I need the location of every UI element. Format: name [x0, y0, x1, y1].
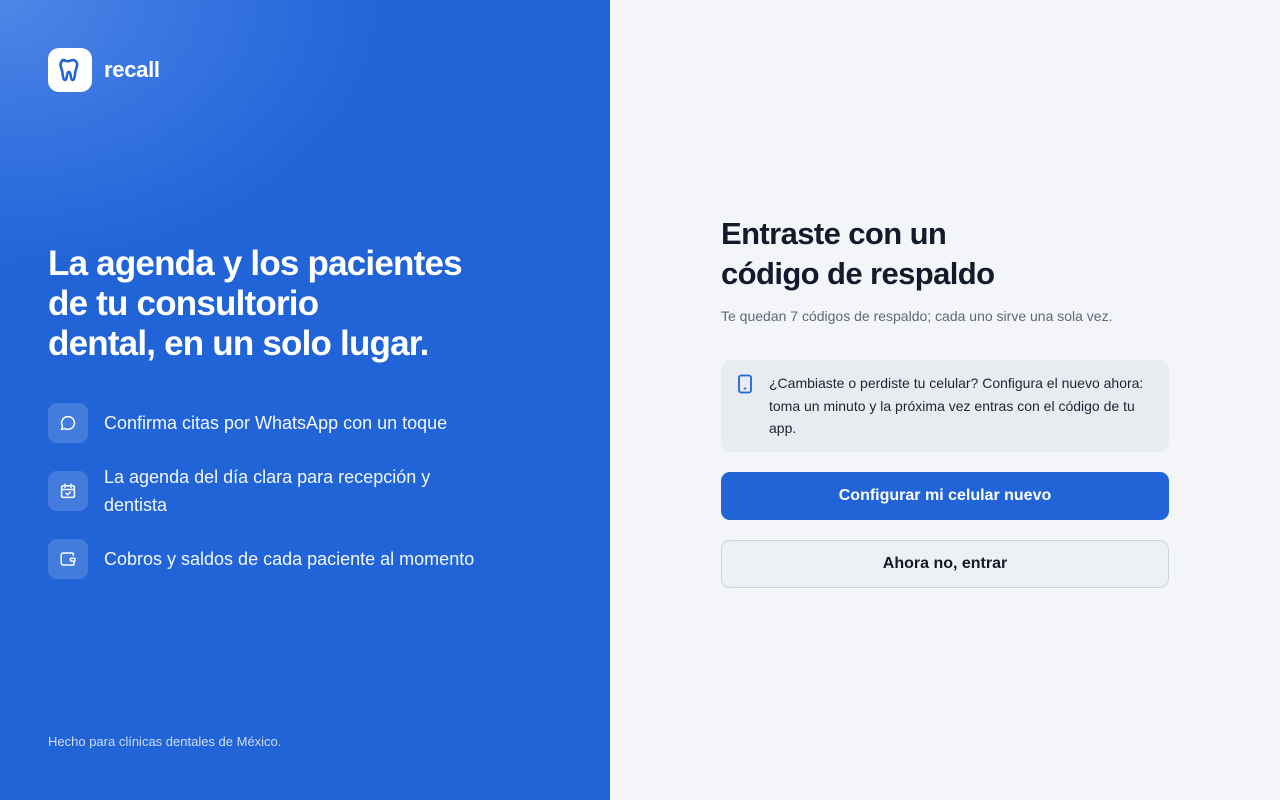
brand-logo[interactable]: recall: [48, 48, 160, 92]
title-line: código de respaldo: [721, 256, 995, 291]
chat-bubble-icon: [48, 403, 88, 443]
calendar-check-icon: [48, 471, 88, 511]
notice-text: ¿Cambiaste o perdiste tu celular? Config…: [769, 375, 1144, 436]
footer-note: Hecho para clínicas dentales de México.: [48, 734, 282, 749]
feature-item: Confirma citas por WhatsApp con un toque: [48, 403, 508, 443]
feature-text: Cobros y saldos de cada paciente al mome…: [104, 549, 475, 569]
headline-line: de tu consultorio: [48, 284, 319, 323]
headline-line: dental, en un solo lugar.: [48, 324, 429, 363]
title-line: Entraste con un: [721, 216, 947, 251]
feature-item: La agenda del día clara para recepción y…: [48, 463, 508, 519]
configure-phone-button[interactable]: Configurar mi celular nuevo: [721, 471, 1169, 520]
feature-text: Confirma citas por WhatsApp con un toque: [104, 413, 448, 433]
auth-panel: Entraste con un código de respaldo Te qu…: [610, 0, 1280, 800]
feature-text: La agenda del día clara para recepción y…: [104, 467, 431, 515]
page-title: Entraste con un código de respaldo: [721, 214, 1081, 294]
hero-headline: La agenda y los pacientes de tu consulto…: [48, 244, 518, 364]
headline-line: La agenda y los pacientes: [48, 244, 463, 283]
smartphone-icon: [737, 374, 753, 399]
brand-name: recall: [104, 57, 160, 82]
tooth-icon: [48, 48, 92, 92]
skip-enter-button[interactable]: Ahora no, entrar: [721, 539, 1169, 588]
backup-code-panel: Entraste con un código de respaldo Te qu…: [721, 214, 1169, 588]
device-notice: ¿Cambiaste o perdiste tu celular? Config…: [721, 360, 1169, 452]
feature-item: Cobros y saldos de cada paciente al mome…: [48, 539, 508, 579]
wallet-icon: [48, 539, 88, 579]
brand-panel: recall La agenda y los pacientes de tu c…: [0, 0, 610, 800]
page-subtitle: Te quedan 7 códigos de respaldo; cada un…: [721, 308, 1113, 324]
